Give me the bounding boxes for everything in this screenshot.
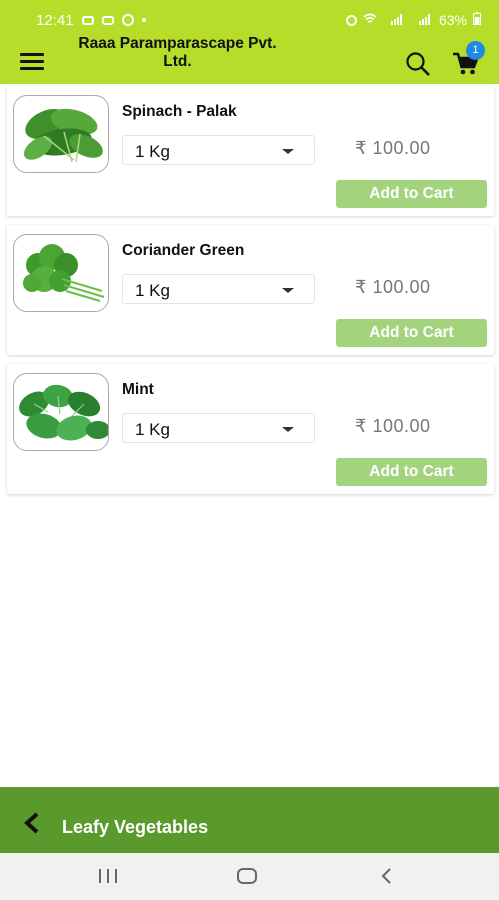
- battery-icon: [473, 12, 481, 28]
- quantity-dropdown[interactable]: 1 Kg: [122, 413, 315, 443]
- back-arrow-icon[interactable]: [22, 812, 40, 834]
- quantity-value: 1 Kg: [135, 142, 170, 161]
- quantity-dropdown[interactable]: 1 Kg: [122, 135, 315, 165]
- app-bar: Raaa Paramparascape Pvt. Ltd.: [0, 35, 499, 84]
- product-image-spinach: [13, 95, 109, 173]
- chevron-down-icon: [282, 288, 294, 293]
- more-notifications-icon: [141, 18, 146, 22]
- product-card-mint: Mint 1 Kg ₹ 100.00 Add to Cart: [7, 364, 494, 494]
- status-time: 12:41: [36, 11, 74, 29]
- product-name: Mint: [122, 381, 154, 398]
- cart-count-badge: 1: [466, 41, 485, 60]
- recent-apps-icon[interactable]: [96, 865, 120, 887]
- product-name: Spinach - Palak: [122, 103, 237, 120]
- category-bar: Leafy Vegetables: [0, 787, 499, 853]
- quantity-dropdown[interactable]: 1 Kg: [122, 274, 315, 304]
- quantity-value: 1 Kg: [135, 281, 170, 300]
- product-card-spinach: Spinach - Palak 1 Kg ₹ 100.00 Add to Car…: [7, 86, 494, 216]
- cloud-icon: [81, 15, 94, 25]
- wifi-icon: [363, 12, 377, 28]
- signal-icon-2: [411, 12, 433, 28]
- product-name: Coriander Green: [122, 242, 245, 259]
- app-notification-icon: [121, 14, 134, 26]
- chevron-down-icon: [282, 427, 294, 432]
- battery-percentage: 63%: [438, 12, 467, 28]
- category-title: Leafy Vegetables: [62, 817, 209, 837]
- gallery-icon: [101, 15, 114, 25]
- status-bar: 12:41 63%: [0, 0, 499, 40]
- search-icon[interactable]: [405, 51, 431, 77]
- page-title: Raaa Paramparascape Pvt. Ltd.: [78, 35, 277, 70]
- add-to-cart-button[interactable]: Add to Cart: [336, 319, 487, 347]
- quantity-value: 1 Kg: [135, 420, 170, 439]
- product-card-coriander: Coriander Green 1 Kg ₹ 100.00 Add to Car…: [7, 225, 494, 355]
- add-to-cart-button[interactable]: Add to Cart: [336, 180, 487, 208]
- product-price: ₹ 100.00: [355, 277, 431, 297]
- product-image-coriander: [13, 234, 109, 312]
- chevron-down-icon: [282, 149, 294, 154]
- alarm-icon: [345, 14, 357, 26]
- system-navigation-bar: [0, 853, 499, 900]
- home-icon[interactable]: [236, 865, 260, 887]
- hamburger-menu-icon[interactable]: [20, 53, 44, 71]
- product-price: ₹ 100.00: [355, 416, 431, 436]
- nav-back-icon[interactable]: [376, 865, 400, 887]
- add-to-cart-button[interactable]: Add to Cart: [336, 458, 487, 486]
- product-image-mint: [13, 373, 109, 451]
- product-price: ₹ 100.00: [355, 138, 431, 158]
- signal-icon-1: [383, 12, 405, 28]
